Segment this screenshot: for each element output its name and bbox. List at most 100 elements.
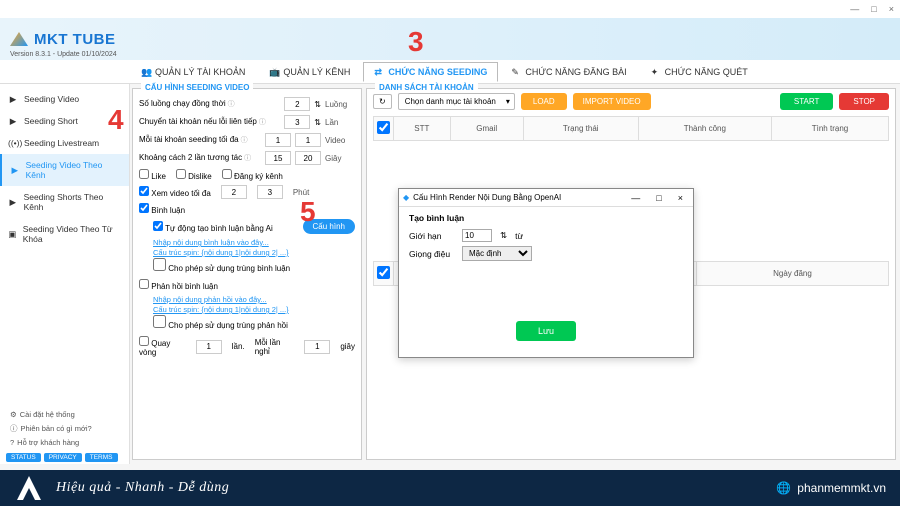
close-button[interactable]: × xyxy=(889,4,894,14)
sidebar-item-seeding-short[interactable]: ▶Seeding Short xyxy=(0,110,129,132)
modal-maximize-button[interactable]: □ xyxy=(650,193,667,203)
auto-ai-checkbox[interactable]: Tự động tạo bình luận bằng Ai xyxy=(153,221,273,233)
help-icon: ? xyxy=(10,438,14,447)
app-title: MKT TUBE xyxy=(34,31,116,48)
url-text: phanmemmkt.vn xyxy=(797,481,886,495)
tab-label: QUẢN LÝ TÀI KHOẢN xyxy=(155,67,245,77)
settings-link[interactable]: ⚙Cài đặt hệ thống xyxy=(6,408,126,421)
sidebar-bottom: ⚙Cài đặt hệ thống ⓘPhiên bản có gì mới? … xyxy=(6,408,126,462)
footer-logo-icon xyxy=(14,476,44,500)
play-icon: ▶ xyxy=(8,197,18,207)
watch-checkbox[interactable]: Xem video tối đa xyxy=(139,186,211,198)
subscribe-checkbox[interactable]: Đăng ký kênh xyxy=(222,169,283,181)
openai-config-modal: ◆ Cấu Hình Render Nội Dung Bằng OpenAI —… xyxy=(398,188,694,358)
reply-content-link[interactable]: Nhập nội dung phản hồi vào đây... xyxy=(153,295,355,304)
rest-label: Mỗi lần nghỉ xyxy=(255,338,295,356)
import-video-button[interactable]: IMPORT VIDEO xyxy=(573,93,651,110)
config-ai-button[interactable]: Cấu hình xyxy=(303,219,355,234)
gap-max-input[interactable] xyxy=(295,151,321,165)
modal-save-button[interactable]: Lưu xyxy=(516,321,576,341)
loop-checkbox[interactable]: Quay vòng xyxy=(139,336,186,357)
comment-content-link[interactable]: Nhập nội dung bình luận vào đây... xyxy=(153,238,355,247)
tab-posting[interactable]: ✎CHỨC NĂNG ĐĂNG BÀI xyxy=(500,62,637,82)
watch-unit: Phút xyxy=(293,188,323,197)
tab-label: CHỨC NĂNG QUÉT xyxy=(665,67,748,77)
select-all-videos-checkbox[interactable] xyxy=(377,266,390,279)
reply-spin-link[interactable]: Cấu trúc spin: {nội dung 1|nội dung 2| .… xyxy=(153,305,355,314)
keyword-icon: ▣ xyxy=(8,229,17,239)
live-icon: ((•)) xyxy=(8,138,18,148)
support-link[interactable]: ?Hỗ trợ khách hàng xyxy=(6,436,126,449)
logo-icon xyxy=(10,32,28,46)
config-panel: CẤU HÌNH SEEDING VIDEO Số luồng chạy đồn… xyxy=(132,88,362,460)
status-badge[interactable]: STATUS xyxy=(6,453,41,462)
stop-button[interactable]: STOP xyxy=(839,93,889,110)
sidebar-item-seeding-video-keyword[interactable]: ▣Seeding Video Theo Từ Khóa xyxy=(0,218,129,250)
watch-min-input[interactable] xyxy=(221,185,247,199)
config-panel-title: CẤU HÌNH SEEDING VIDEO xyxy=(141,83,253,92)
col-stt: STT xyxy=(394,117,451,141)
reload-icon[interactable]: ↻ xyxy=(373,94,392,109)
allow-dup-comment-label: Cho phép sử dụng trùng bình luận xyxy=(168,264,290,273)
gap-min-input[interactable] xyxy=(265,151,291,165)
sidebar-item-label: Seeding Video xyxy=(24,94,79,104)
seeding-icon: ⇄ xyxy=(374,67,384,77)
modal-minimize-button[interactable]: — xyxy=(625,193,646,203)
terms-badge[interactable]: TERMS xyxy=(85,453,118,462)
maxseed-min-input[interactable] xyxy=(265,133,291,147)
changelog-link[interactable]: ⓘPhiên bản có gì mới? xyxy=(6,421,126,436)
switch-input[interactable] xyxy=(284,115,310,129)
sidebar-item-seeding-livestream[interactable]: ((•))Seeding Livestream xyxy=(0,132,129,154)
category-select[interactable]: Chọn danh mục tài khoản ▾ xyxy=(398,93,515,110)
watch-label: Xem video tối đa xyxy=(151,189,211,198)
tab-accounts[interactable]: 👥QUẢN LÝ TÀI KHOẢN xyxy=(130,62,256,82)
start-button[interactable]: START xyxy=(780,93,833,110)
sidebar-item-seeding-shorts-channel[interactable]: ▶Seeding Shorts Theo Kênh xyxy=(0,186,129,218)
col-status: Trạng thái xyxy=(523,117,638,141)
reply-checkbox[interactable]: Phản hồi bình luận xyxy=(139,279,218,291)
maxseed-unit: Video xyxy=(325,136,355,145)
accounts-table: STT Gmail Trạng thái Thành công Tình trạ… xyxy=(373,116,889,141)
col-date: Ngày đăng xyxy=(696,262,888,286)
comment-checkbox[interactable]: Bình luận xyxy=(139,203,185,215)
gear-icon: ⚙ xyxy=(10,410,17,419)
footer-url[interactable]: 🌐phanmemmkt.vn xyxy=(776,481,886,495)
switch-unit: Lần xyxy=(325,118,355,127)
loop-unit: lần. xyxy=(232,342,245,351)
threads-input[interactable] xyxy=(284,97,310,111)
maximize-button[interactable]: □ xyxy=(871,4,876,14)
loop-count-input[interactable] xyxy=(196,340,222,354)
minimize-button[interactable]: — xyxy=(850,4,859,14)
watch-max-input[interactable] xyxy=(257,185,283,199)
reply-label: Phản hồi bình luận xyxy=(151,282,218,291)
tone-select[interactable]: Mặc định xyxy=(462,246,532,261)
limit-input[interactable] xyxy=(462,229,492,242)
dislike-checkbox[interactable]: Dislike xyxy=(176,169,212,181)
modal-close-button[interactable]: × xyxy=(672,193,689,203)
allow-dup-comment-checkbox[interactable]: Cho phép sử dụng trùng bình luận xyxy=(153,264,290,273)
privacy-badge[interactable]: PRIVACY xyxy=(44,453,82,462)
like-checkbox[interactable]: Like xyxy=(139,169,166,181)
comment-spin-link[interactable]: Cấu trúc spin: {nội dung 1|nội dung 2| .… xyxy=(153,248,355,257)
link-label: Cài đặt hệ thống xyxy=(20,410,75,419)
dislike-label: Dislike xyxy=(188,172,212,181)
sidebar-item-seeding-video[interactable]: ▶Seeding Video xyxy=(0,88,129,110)
sidebar-item-seeding-video-channel[interactable]: ▶Seeding Video Theo Kênh xyxy=(0,154,129,186)
help-icon[interactable]: ⓘ xyxy=(241,137,248,144)
tab-seeding[interactable]: ⇄CHỨC NĂNG SEEDING xyxy=(363,62,498,82)
tab-scan[interactable]: ✦CHỨC NĂNG QUÉT xyxy=(640,62,759,82)
app-header: MKT TUBE Version 8.3.1 - Update 01/10/20… xyxy=(0,18,900,60)
tab-label: QUẢN LÝ KÊNH xyxy=(283,67,350,77)
select-all-checkbox[interactable] xyxy=(377,121,390,134)
rest-input[interactable] xyxy=(304,340,330,354)
maxseed-max-input[interactable] xyxy=(295,133,321,147)
allow-dup-reply-checkbox[interactable]: Cho phép sử dụng trùng phản hồi xyxy=(153,321,288,330)
help-icon[interactable]: ⓘ xyxy=(228,101,235,108)
tab-channels[interactable]: 📺QUẢN LÝ KÊNH xyxy=(258,62,361,82)
play-icon: ▶ xyxy=(10,165,20,175)
modal-title: Cấu Hình Render Nội Dung Bằng OpenAI xyxy=(413,193,561,202)
help-icon[interactable]: ⓘ xyxy=(244,155,251,162)
help-icon[interactable]: ⓘ xyxy=(259,119,266,126)
gap-unit: Giây xyxy=(325,154,355,163)
load-button[interactable]: LOAD xyxy=(521,93,567,110)
